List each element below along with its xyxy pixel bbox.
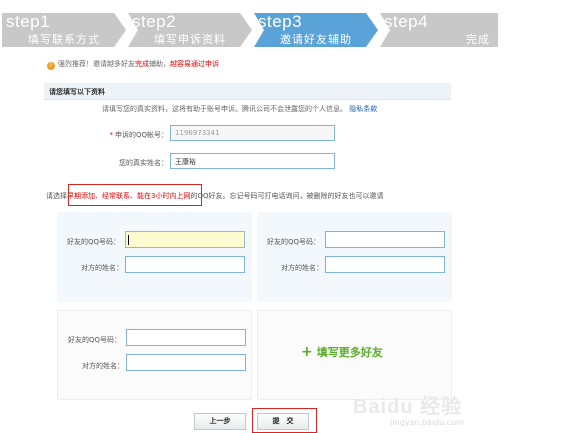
section-header: 请您填写以下资料 bbox=[44, 83, 451, 100]
real-name-input[interactable]: 王康裕 bbox=[170, 153, 335, 169]
tip-link[interactable]: 越容易通过申诉 bbox=[170, 60, 219, 68]
step-1-number: step1 bbox=[6, 12, 51, 31]
qq-account-label-text: 申诉的QQ帐号： bbox=[114, 131, 168, 139]
step-progress-bar: step1 填写联系方式 step2 填写申诉资料 step3 邀请好友辅助 s… bbox=[0, 12, 500, 47]
friend-qq-input[interactable] bbox=[325, 231, 445, 248]
real-name-label: 您的真实姓名： bbox=[119, 159, 168, 167]
friend-qq-label: 好友的QQ号码： bbox=[68, 336, 122, 344]
friend-qq-label: 好友的QQ号码： bbox=[67, 238, 121, 246]
section-title: 请您填写以下资料 bbox=[49, 88, 105, 96]
friend-card-3: 好友的QQ号码： 对方的姓名： bbox=[57, 310, 252, 400]
step-2-number: step2 bbox=[132, 12, 177, 31]
qq-account-input[interactable]: 1196973341 bbox=[170, 125, 335, 141]
add-more-friends-button[interactable]: + 填写更多好友 bbox=[301, 344, 383, 360]
step-2-name: 填写申诉资料 bbox=[154, 33, 226, 46]
friend-name-label: 对方的姓名： bbox=[82, 362, 124, 370]
friend-qq-label: 好友的QQ号码： bbox=[267, 238, 321, 246]
baidu-jingyan-watermark: Baidu 经验 jingyan.baidu.com bbox=[353, 390, 563, 430]
watermark-brand: Baidu 经验 bbox=[353, 396, 463, 418]
friend-qq-input[interactable] bbox=[126, 329, 246, 346]
friend-name-input[interactable] bbox=[125, 256, 245, 273]
step-1: step1 填写联系方式 bbox=[2, 12, 127, 47]
watermark-url: jingyan.baidu.com bbox=[390, 418, 464, 427]
friend-qq-input[interactable] bbox=[125, 231, 245, 248]
tip-emphasis: 完成 bbox=[135, 60, 149, 68]
annotation-box-hint bbox=[68, 184, 202, 206]
hint-suffix: 的QQ好友。忘记号码可打电话询问，被删除的好友也可以邀请 bbox=[190, 192, 384, 200]
hint-prefix: 请选择 bbox=[46, 192, 67, 200]
step-3-name: 邀请好友辅助 bbox=[280, 33, 352, 46]
tip-prefix: 强烈推荐！邀请越多好友 bbox=[58, 60, 135, 68]
step-3: step3 邀请好友辅助 bbox=[254, 12, 379, 47]
friend-name-label: 对方的姓名： bbox=[281, 264, 323, 272]
qq-account-label: * 申诉的QQ帐号： bbox=[104, 130, 168, 140]
annotation-box-submit bbox=[252, 408, 317, 433]
step-4-name: 完成 bbox=[466, 33, 490, 46]
step-4-number: step4 bbox=[384, 12, 429, 31]
plus-icon: + bbox=[301, 344, 313, 360]
friend-name-input[interactable] bbox=[126, 354, 246, 371]
friend-name-label: 对方的姓名： bbox=[81, 264, 123, 272]
friend-name-input[interactable] bbox=[325, 256, 445, 273]
recommendation-tip: ! 强烈推荐！邀请越多好友完成辅助，越容易通过申诉 bbox=[47, 59, 219, 70]
friend-card-2: 好友的QQ号码： 对方的姓名： bbox=[257, 212, 452, 302]
step-4: step4 完成 bbox=[380, 12, 498, 47]
tip-mid: 辅助， bbox=[149, 60, 170, 68]
step-2: step2 填写申诉资料 bbox=[128, 12, 253, 47]
previous-step-button[interactable]: 上一步 bbox=[194, 413, 246, 430]
step-3-number: step3 bbox=[258, 12, 303, 31]
privacy-link[interactable]: 隐私条款 bbox=[349, 105, 377, 113]
friend-card-1: 好友的QQ号码： 对方的姓名： bbox=[57, 212, 252, 302]
warning-icon: ! bbox=[47, 62, 55, 70]
required-marker: * bbox=[109, 131, 113, 139]
intro-text: 请填写您的真实资料，这将有助于账号申诉。腾讯公司不会泄露您的个人信息。 隐私条款 bbox=[102, 104, 377, 114]
intro-body: 请填写您的真实资料，这将有助于账号申诉。腾讯公司不会泄露您的个人信息。 bbox=[102, 105, 347, 113]
add-more-friends-label: 填写更多好友 bbox=[316, 346, 383, 359]
step-1-name: 填写联系方式 bbox=[28, 33, 100, 46]
